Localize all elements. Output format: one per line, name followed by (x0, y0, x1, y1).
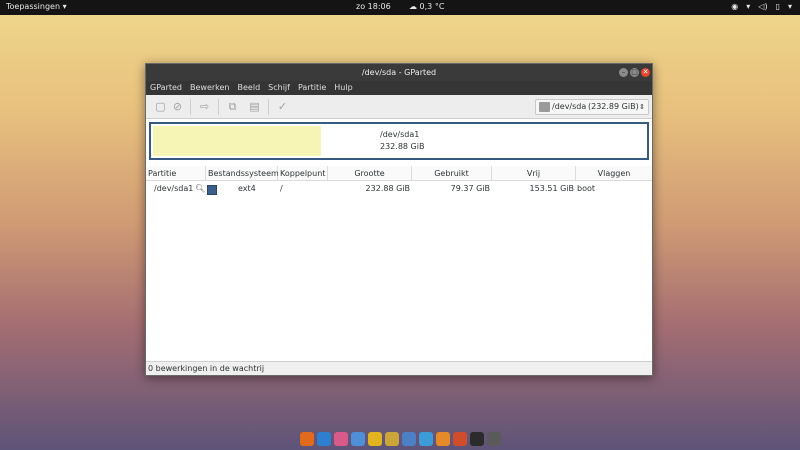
downloads-icon[interactable] (419, 432, 433, 446)
used-space-fill (153, 126, 321, 156)
music-player-icon[interactable] (334, 432, 348, 446)
col-gebruikt[interactable]: Gebruikt (412, 166, 492, 181)
col-partitie[interactable]: Partitie (146, 166, 206, 181)
chevron-down-icon: ▾ (62, 2, 67, 11)
minimize-button[interactable]: – (619, 68, 628, 77)
hard-disk-icon (539, 102, 550, 112)
window-title: /dev/sda - GParted (361, 68, 437, 77)
title-bar[interactable]: /dev/sda - GParted – □ ✕ (146, 64, 652, 81)
toolbar-separator (218, 99, 219, 115)
col-koppelpunt[interactable]: Koppelpunt (278, 166, 328, 181)
cloud-icon: ☁ (409, 2, 417, 11)
app-indicator-icon[interactable]: ◉ (731, 2, 738, 11)
wifi-icon[interactable]: ▾ (746, 2, 750, 11)
graph-partition-name: /dev/sda1 (380, 130, 420, 139)
archive-icon[interactable] (453, 432, 467, 446)
menu-beeld[interactable]: Beeld (238, 81, 261, 95)
battery-icon[interactable]: ▯ (776, 2, 780, 11)
gparted-window: /dev/sda - GParted – □ ✕ GParted Bewerke… (145, 63, 653, 376)
graph-partition-size: 232.88 GiB (380, 142, 425, 151)
menu-bewerken[interactable]: Bewerken (190, 81, 230, 95)
applications-menu[interactable]: Toepassingen ▾ (6, 2, 67, 11)
menu-hulp[interactable]: Hulp (334, 81, 352, 95)
new-partition-icon[interactable]: ▢ (154, 100, 167, 113)
chevron-updown-icon: ⇕ (639, 103, 645, 111)
cell-mountpoint: / (280, 184, 283, 193)
delete-partition-icon[interactable]: ⊘ (171, 100, 184, 113)
toolbar-separator (268, 99, 269, 115)
gparted-icon[interactable] (487, 432, 501, 446)
volume-icon[interactable]: ◁) (758, 2, 767, 11)
cell-used: 79.37 GiB (450, 184, 490, 193)
cell-filesystem: ext4 (238, 184, 256, 193)
applications-label: Toepassingen (6, 2, 61, 11)
clipboard-icon[interactable] (368, 432, 382, 446)
col-vrij[interactable]: Vrij (492, 166, 576, 181)
firefox-icon[interactable] (300, 432, 314, 446)
col-bestandssysteem[interactable]: Bestandssysteem (206, 166, 279, 181)
cell-free: 153.51 GiB (529, 184, 574, 193)
col-grootte[interactable]: Grootte (328, 166, 412, 181)
toolbar: ▢ ⊘ ⇨ ⧉ ▤ ✓ /dev/sda (232.89 GiB) ⇕ (146, 95, 652, 119)
close-button[interactable]: ✕ (641, 68, 650, 77)
cell-partition: /dev/sda1 (154, 184, 194, 193)
paste-icon[interactable]: ▤ (248, 100, 261, 113)
system-tray: ◉ ▾ ◁) ▯ ▾ (731, 2, 792, 11)
software-center-icon[interactable] (351, 432, 365, 446)
calculator-icon[interactable] (402, 432, 416, 446)
menu-bar: GParted Bewerken Beeld Schijf Partitie H… (146, 81, 652, 95)
copy-icon[interactable]: ⧉ (226, 100, 239, 113)
clock[interactable]: zo 18:06 (356, 2, 391, 11)
dock (300, 430, 501, 448)
device-name: /dev/sda (552, 102, 587, 111)
power-menu-icon[interactable]: ▾ (788, 2, 792, 11)
status-text: 0 bewerkingen in de wachtrij (148, 364, 265, 373)
toolbar-separator (190, 99, 191, 115)
temperature: 0,3 °C (419, 2, 445, 11)
apply-icon[interactable]: ✓ (276, 100, 289, 113)
terminal-icon[interactable] (470, 432, 484, 446)
maximize-button[interactable]: □ (630, 68, 639, 77)
thunderbird-icon[interactable] (317, 432, 331, 446)
files-icon[interactable] (385, 432, 399, 446)
magnifier-icon: 🔍︎ (195, 184, 206, 193)
device-size: (232.89 GiB) (588, 102, 639, 111)
filesystem-color-swatch (207, 185, 217, 195)
cell-size: 232.88 GiB (365, 184, 410, 193)
menu-schijf[interactable]: Schijf (268, 81, 290, 95)
menu-partitie[interactable]: Partitie (298, 81, 326, 95)
partition-graph[interactable]: /dev/sda1 232.88 GiB (149, 122, 649, 160)
weather-indicator[interactable]: ☁ 0,3 °C (409, 2, 444, 11)
resize-move-icon[interactable]: ⇨ (198, 100, 211, 113)
settings-icon[interactable] (436, 432, 450, 446)
top-bar: Toepassingen ▾ zo 18:06 ☁ 0,3 °C ◉ ▾ ◁) … (0, 0, 800, 15)
device-selector[interactable]: /dev/sda (232.89 GiB) ⇕ (535, 99, 649, 115)
col-vlaggen[interactable]: Vlaggen (576, 166, 652, 181)
status-bar: 0 bewerkingen in de wachtrij (146, 361, 652, 375)
menu-gparted[interactable]: GParted (150, 81, 182, 95)
cell-flags: boot (577, 184, 596, 193)
table-row[interactable]: /dev/sda1 🔍︎ ext4 / 232.88 GiB 79.37 GiB… (146, 182, 652, 196)
